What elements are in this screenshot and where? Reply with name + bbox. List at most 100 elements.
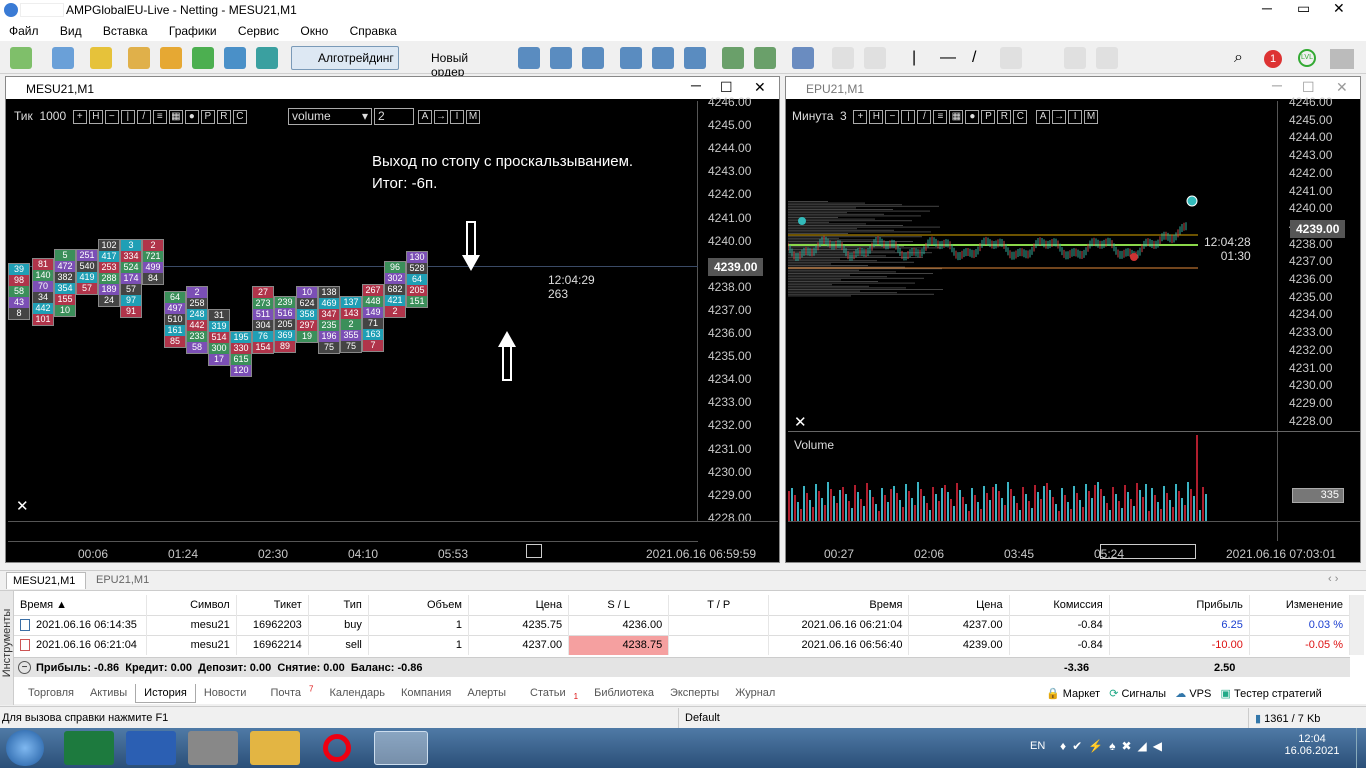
metatrader-icon[interactable]	[374, 731, 428, 765]
col-tp[interactable]: T / P	[668, 595, 770, 615]
navigator-icon[interactable]	[192, 47, 214, 69]
r-scroll-box[interactable]	[1100, 544, 1196, 559]
tab-trade[interactable]: Торговля	[20, 684, 82, 702]
r-vline-icon[interactable]: |	[901, 109, 916, 124]
table-row[interactable]: 2021.06.16 06:14:35 mesu21 16962203 buy …	[14, 615, 1351, 635]
chart-tab-epu[interactable]: EPU21,M1	[96, 574, 149, 586]
r-m-icon[interactable]: M	[1084, 109, 1099, 124]
collapse-icon[interactable]: −	[18, 661, 31, 674]
close-icon[interactable]: ✕	[1333, 0, 1345, 17]
tester-link[interactable]: ▣ Тестер стратегий	[1221, 688, 1322, 700]
right-tools-icon[interactable]: ✕	[794, 413, 807, 431]
crosshair-icon[interactable]	[864, 47, 886, 69]
table-row[interactable]: 2021.06.16 06:21:04 mesu21 16962214 sell…	[14, 635, 1351, 655]
left-chart-canvas[interactable]: Тик 1000 + H − | / ≡ ▦ ● P R C volume ▾ 2 A → I M Выхо…	[8, 95, 778, 562]
maximize-icon[interactable]: ▭	[1297, 0, 1310, 17]
chart-shift-icon[interactable]	[754, 47, 776, 69]
tools-icon[interactable]: ✕	[16, 497, 29, 515]
menu-tools[interactable]: Сервис	[229, 21, 288, 38]
toolbox-icon[interactable]	[224, 47, 246, 69]
menu-view[interactable]: Вид	[51, 21, 91, 38]
candles-icon[interactable]	[550, 47, 572, 69]
tray-icons[interactable]: ♦✔⚡♠✖◢◀	[1060, 739, 1168, 753]
col-time[interactable]: Время ▲	[14, 595, 147, 615]
zoom-in-icon[interactable]	[620, 47, 642, 69]
r-plus-icon[interactable]: +	[853, 109, 868, 124]
col-volume[interactable]: Объем	[368, 595, 469, 615]
tab-alerts[interactable]: Алерты	[459, 684, 514, 702]
col-sl[interactable]: S / L	[568, 595, 670, 615]
right-chart-canvas[interactable]: Минута 3 + H − | / ≡ ▦ ● P R C A → I M 4246.00 4245.00…	[788, 95, 1360, 562]
start-button[interactable]	[6, 730, 44, 766]
r-h-icon[interactable]: H	[869, 109, 884, 124]
strategy-tester-icon[interactable]	[256, 47, 278, 69]
tab-library[interactable]: Библиотека	[586, 684, 662, 702]
right-maximize-icon[interactable]: ☐	[1302, 79, 1315, 96]
menu-window[interactable]: Окно	[291, 21, 337, 38]
r-draw-icon[interactable]: /	[917, 109, 932, 124]
status-profile[interactable]: Default	[678, 708, 726, 728]
tabs-scroll-icon[interactable]: ‹ ›	[1328, 573, 1338, 585]
tray-clock[interactable]: 12:04 16.06.2021	[1282, 733, 1342, 757]
vps-link[interactable]: ☁ VPS	[1175, 688, 1211, 700]
tab-calendar[interactable]: Календарь	[321, 684, 393, 702]
col-type[interactable]: Тип	[308, 595, 369, 615]
tile-windows-icon[interactable]	[684, 47, 706, 69]
r-c-icon[interactable]: C	[1013, 109, 1028, 124]
signals-link[interactable]: ⟳ Сигналы	[1109, 688, 1166, 700]
shapes-icon[interactable]	[1096, 47, 1118, 69]
horizontal-line-icon[interactable]: —	[940, 49, 956, 67]
chart-tab-mesu[interactable]: MESU21,M1	[6, 572, 86, 589]
menu-file[interactable]: Файл	[0, 21, 48, 38]
r-p-icon[interactable]: P	[981, 109, 996, 124]
tab-mail[interactable]: Почта 7	[254, 681, 321, 705]
tab-company[interactable]: Компания	[393, 684, 459, 702]
cursor-icon[interactable]	[832, 47, 854, 69]
tab-articles[interactable]: Статьи 1	[514, 681, 586, 705]
menu-help[interactable]: Справка	[341, 21, 406, 38]
r-r-icon[interactable]: R	[997, 109, 1012, 124]
left-minimize-icon[interactable]: ─	[691, 77, 701, 93]
tab-journal[interactable]: Журнал	[727, 684, 783, 702]
algo-trading-button[interactable]: Алготрейдинг	[291, 46, 399, 70]
left-close-icon[interactable]: ✕	[754, 79, 766, 96]
search-icon[interactable]: ⌕	[1234, 49, 1243, 67]
zoom-out-icon[interactable]	[652, 47, 674, 69]
autoscroll-icon[interactable]	[722, 47, 744, 69]
vertical-line-icon[interactable]: |	[912, 49, 916, 67]
tab-news[interactable]: Новости	[196, 684, 255, 702]
r-i-icon[interactable]: I	[1068, 109, 1083, 124]
r-minus-icon[interactable]: −	[885, 109, 900, 124]
calculator-icon[interactable]	[188, 731, 238, 765]
text-icon[interactable]	[1064, 47, 1086, 69]
r-dot-icon[interactable]: ●	[965, 109, 980, 124]
tab-assets[interactable]: Активы	[82, 684, 135, 702]
word-icon[interactable]	[126, 731, 176, 765]
col-price-close[interactable]: Цена	[908, 595, 1010, 615]
market-watch-icon[interactable]	[128, 47, 150, 69]
col-ticket[interactable]: Тикет	[236, 595, 309, 615]
col-symbol[interactable]: Символ	[146, 595, 237, 615]
explorer-icon[interactable]	[250, 731, 300, 765]
indicators-icon[interactable]	[792, 47, 814, 69]
right-minimize-icon[interactable]: ─	[1272, 77, 1282, 93]
new-order-button[interactable]: Новый ордер	[404, 46, 504, 79]
show-desktop-button[interactable]	[1356, 728, 1366, 768]
r-list-icon[interactable]: ≡	[933, 109, 948, 124]
tab-history[interactable]: История	[135, 684, 196, 703]
minimize-icon[interactable]: ─	[1262, 0, 1272, 16]
new-chart-icon[interactable]	[10, 47, 32, 69]
col-profit[interactable]: Прибыль	[1109, 595, 1250, 615]
trendline-icon[interactable]: /	[972, 49, 976, 67]
table-scrollbar[interactable]	[1350, 595, 1364, 655]
col-price[interactable]: Цена	[468, 595, 570, 615]
notifications-badge[interactable]: 1	[1264, 50, 1282, 68]
tray-lang[interactable]: EN	[1030, 740, 1045, 752]
col-commission[interactable]: Комиссия	[1009, 595, 1110, 615]
right-close-icon[interactable]: ✕	[1336, 79, 1348, 96]
lvl-icon[interactable]: LVL	[1298, 49, 1316, 67]
opera-icon[interactable]	[312, 731, 362, 765]
tab-experts[interactable]: Эксперты	[662, 684, 727, 702]
profiles-icon[interactable]	[52, 47, 74, 69]
line-chart-icon[interactable]	[582, 47, 604, 69]
